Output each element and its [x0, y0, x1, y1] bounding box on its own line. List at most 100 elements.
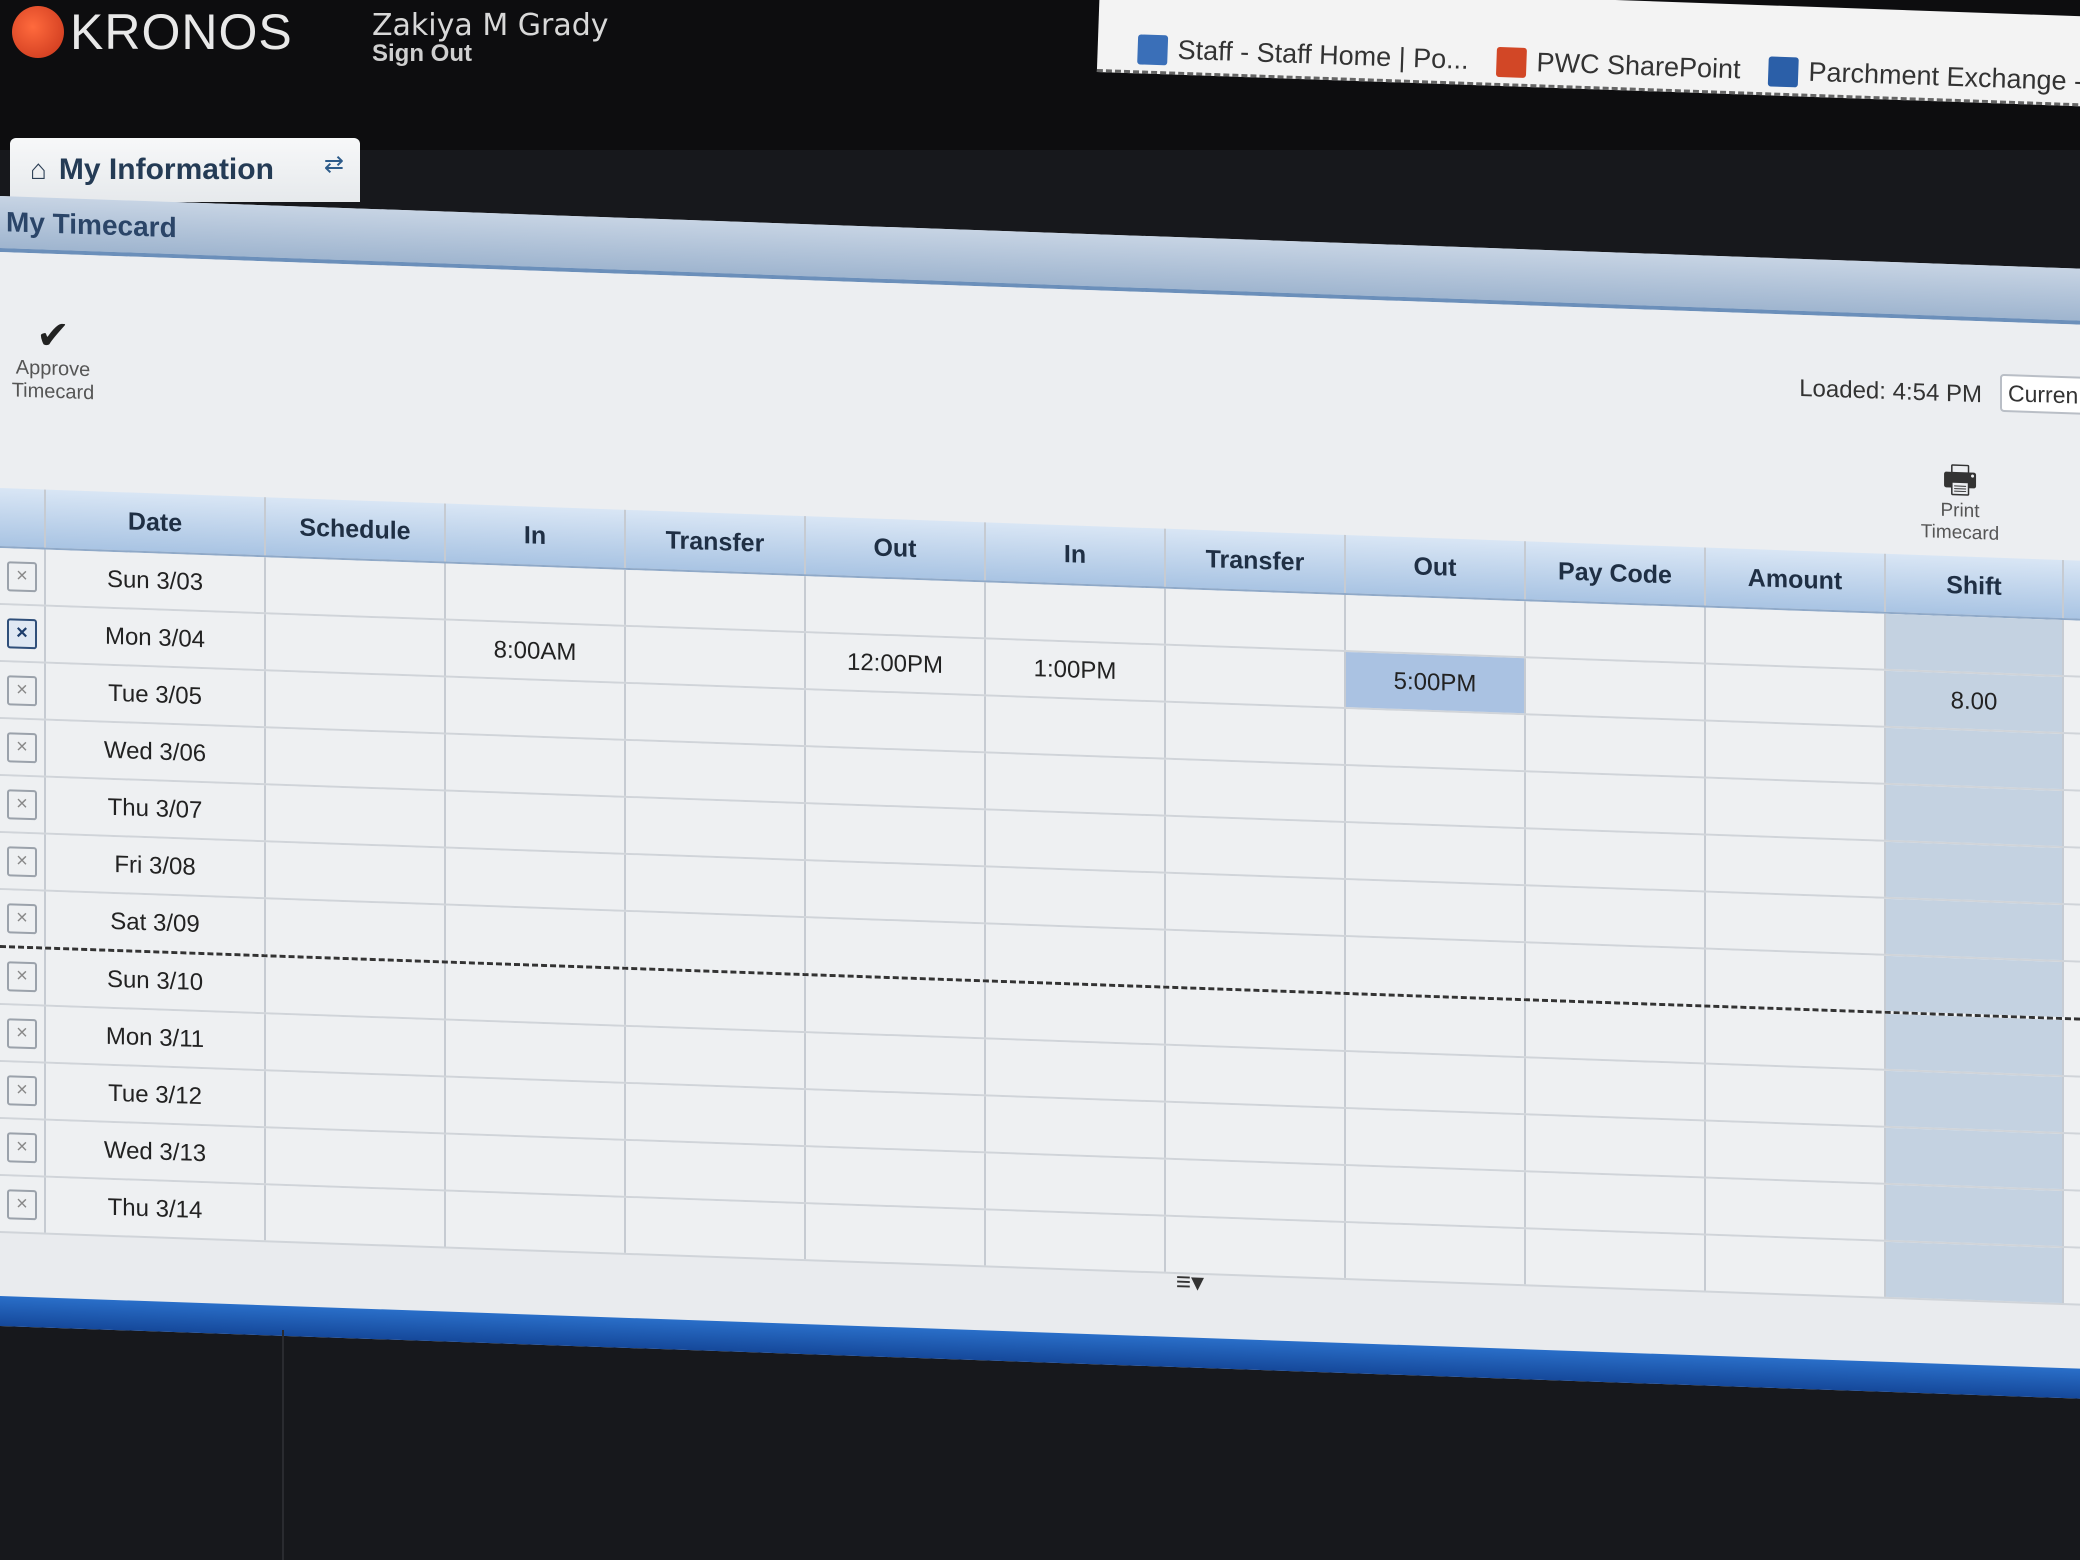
- timecard-cell[interactable]: [1526, 886, 1706, 948]
- timecard-cell[interactable]: [806, 747, 986, 809]
- timecard-cell[interactable]: [806, 1204, 986, 1266]
- timecard-cell[interactable]: [1166, 816, 1346, 879]
- timecard-cell[interactable]: [1706, 949, 1886, 1011]
- delete-row-icon[interactable]: ×: [7, 560, 37, 592]
- collapse-handle-icon[interactable]: ≡▾: [1150, 1265, 1230, 1299]
- timecard-cell[interactable]: [626, 740, 806, 803]
- timecard-cell[interactable]: [806, 804, 986, 866]
- timecard-cell[interactable]: [1346, 709, 1526, 771]
- timecard-cell[interactable]: [986, 696, 1166, 758]
- bookmark-item[interactable]: Parchment Exchange -...: [1768, 55, 2080, 98]
- timecard-cell[interactable]: [1706, 835, 1886, 897]
- timecard-cell[interactable]: [1706, 1007, 1886, 1069]
- timecard-cell[interactable]: [1166, 1102, 1346, 1165]
- column-header[interactable]: Transfer: [626, 509, 806, 575]
- timecard-cell[interactable]: [1706, 607, 1886, 669]
- timecard-cell[interactable]: [446, 963, 626, 1025]
- shift-cell[interactable]: [1886, 1241, 2064, 1304]
- timecard-cell[interactable]: [986, 1096, 1166, 1158]
- timecard-cell[interactable]: [1346, 995, 1526, 1057]
- delete-row-icon[interactable]: ×: [7, 1188, 37, 1220]
- column-header[interactable]: Date: [46, 489, 266, 556]
- timecard-cell[interactable]: [1706, 1235, 1886, 1297]
- timecard-cell[interactable]: [1706, 778, 1886, 840]
- timecard-cell[interactable]: [1346, 823, 1526, 885]
- timecard-cell[interactable]: [1166, 930, 1346, 993]
- timecard-cell[interactable]: [986, 1210, 1166, 1272]
- shift-cell[interactable]: [1886, 898, 2064, 961]
- timecard-cell[interactable]: [626, 1140, 806, 1203]
- delete-row-icon[interactable]: ×: [7, 674, 37, 706]
- timecard-cell[interactable]: [626, 626, 806, 689]
- timecard-cell[interactable]: [266, 557, 446, 619]
- timecard-cell[interactable]: [266, 671, 446, 733]
- timecard-cell[interactable]: [626, 1197, 806, 1260]
- delete-row-icon[interactable]: ×: [7, 1017, 37, 1049]
- timecard-cell[interactable]: [1526, 943, 1706, 1005]
- timecard-cell[interactable]: [1706, 1178, 1886, 1240]
- timecard-cell[interactable]: [1526, 829, 1706, 891]
- timecard-cell[interactable]: [446, 848, 626, 910]
- shift-cell[interactable]: [1886, 727, 2064, 790]
- timecard-cell[interactable]: [806, 690, 986, 752]
- timecard-cell[interactable]: [1346, 1223, 1526, 1285]
- column-header[interactable]: Schedule: [266, 497, 446, 562]
- timecard-cell[interactable]: [1706, 664, 1886, 726]
- timecard-cell[interactable]: [266, 1128, 446, 1190]
- timecard-cell[interactable]: [626, 854, 806, 917]
- column-header[interactable]: Amount: [1706, 547, 1886, 612]
- timecard-cell[interactable]: [806, 1033, 986, 1095]
- delete-row-icon[interactable]: ×: [7, 960, 37, 992]
- timecard-cell[interactable]: [626, 911, 806, 974]
- timecard-cell[interactable]: [1526, 658, 1706, 720]
- column-header[interactable]: Pay Code: [1526, 541, 1706, 606]
- timecard-cell[interactable]: [446, 1020, 626, 1082]
- bookmark-item[interactable]: Staff - Staff Home | Po...: [1137, 33, 1469, 76]
- timecard-cell[interactable]: [1346, 595, 1526, 657]
- timecard-cell[interactable]: [806, 918, 986, 980]
- timecard-cell[interactable]: [626, 683, 806, 746]
- column-header[interactable]: Out: [1346, 535, 1526, 600]
- shift-cell[interactable]: [1886, 1127, 2064, 1190]
- column-header[interactable]: In: [986, 522, 1166, 587]
- column-header[interactable]: Out: [806, 516, 986, 581]
- timecard-cell[interactable]: [1346, 1052, 1526, 1114]
- timecard-cell[interactable]: [1526, 1229, 1706, 1291]
- timecard-cell[interactable]: [986, 1153, 1166, 1215]
- timecard-cell[interactable]: [1346, 1166, 1526, 1228]
- timecard-cell[interactable]: [986, 582, 1166, 644]
- timecard-cell[interactable]: 5:00PM: [1346, 652, 1526, 714]
- timecard-cell[interactable]: 1:00PM: [986, 639, 1166, 701]
- bookmark-item[interactable]: PWC SharePoint: [1496, 46, 1741, 85]
- timecard-cell[interactable]: [1526, 601, 1706, 663]
- timecard-cell[interactable]: [1166, 988, 1346, 1051]
- timecard-cell[interactable]: [446, 677, 626, 739]
- timecard-cell[interactable]: 12:00PM: [806, 633, 986, 695]
- timecard-cell[interactable]: [266, 614, 446, 676]
- timecard-cell[interactable]: 8:00AM: [446, 620, 626, 682]
- timecard-cell[interactable]: [1346, 880, 1526, 942]
- timecard-cell[interactable]: [806, 576, 986, 638]
- timecard-cell[interactable]: [806, 861, 986, 923]
- timecard-cell[interactable]: [1166, 645, 1346, 708]
- timecard-cell[interactable]: [446, 734, 626, 796]
- timecard-cell[interactable]: [986, 982, 1166, 1044]
- timecard-cell[interactable]: [986, 753, 1166, 815]
- timecard-cell[interactable]: [1706, 1064, 1886, 1126]
- shift-cell[interactable]: [1886, 1184, 2064, 1247]
- timecard-cell[interactable]: [806, 1090, 986, 1152]
- timecard-cell[interactable]: [1526, 772, 1706, 834]
- column-header[interactable]: Transfer: [1166, 528, 1346, 594]
- period-select[interactable]: Curren: [2000, 373, 2080, 416]
- timecard-cell[interactable]: [806, 1147, 986, 1209]
- timecard-cell[interactable]: [1526, 1058, 1706, 1120]
- timecard-cell[interactable]: [1706, 721, 1886, 783]
- timecard-cell[interactable]: [446, 563, 626, 625]
- timecard-cell[interactable]: [1166, 1159, 1346, 1222]
- delete-row-icon[interactable]: ×: [7, 617, 37, 649]
- timecard-cell[interactable]: [446, 1077, 626, 1139]
- refresh-icon[interactable]: ⇄: [324, 150, 344, 179]
- sign-out-link[interactable]: Sign Out: [372, 40, 472, 68]
- timecard-cell[interactable]: [986, 1039, 1166, 1101]
- shift-cell[interactable]: [1886, 1070, 2064, 1133]
